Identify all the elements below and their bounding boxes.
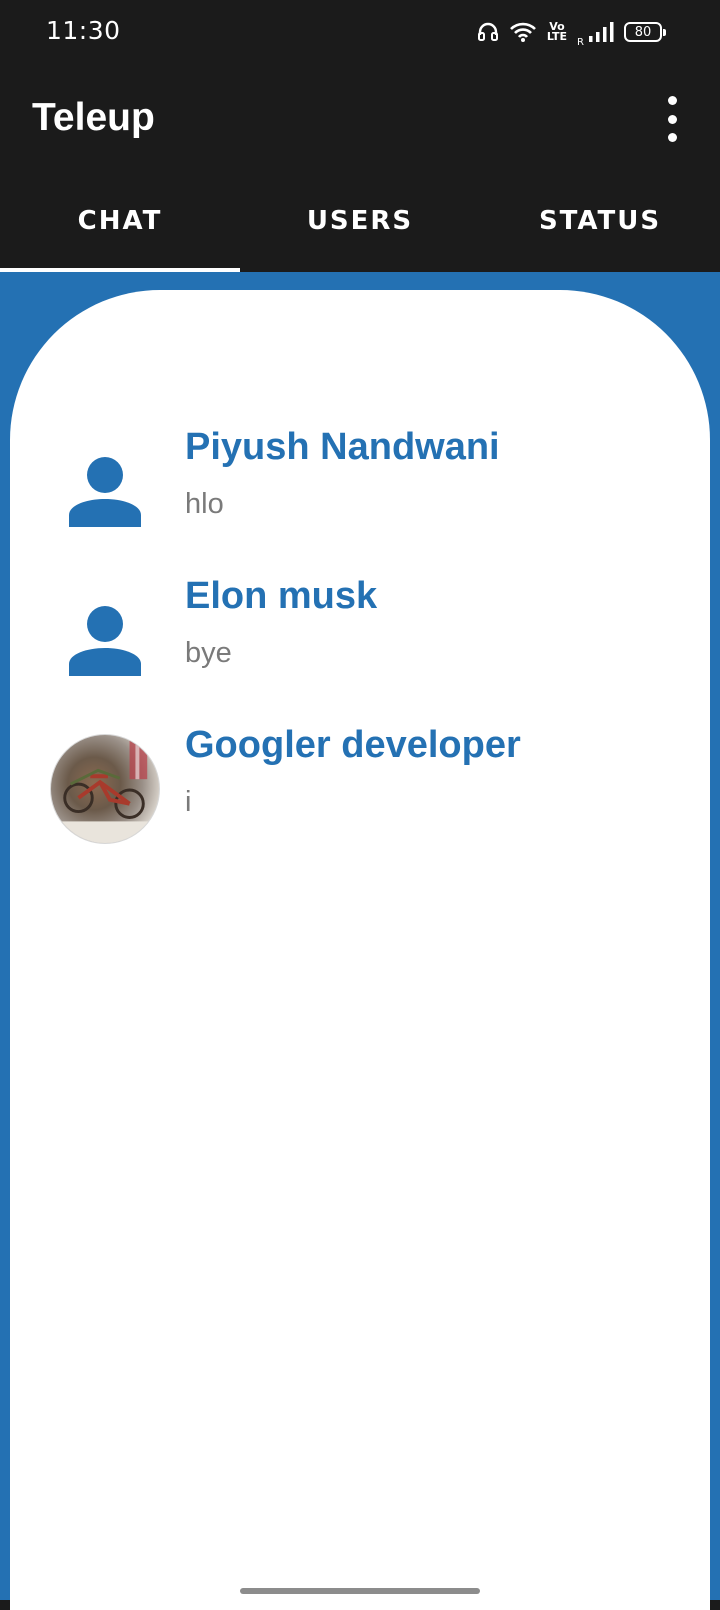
wifi-icon (509, 21, 537, 43)
status-bar: 11:30 Vo LTE R 80 (0, 0, 720, 64)
default-person-icon (50, 436, 160, 546)
chat-list-item[interactable]: Elon musk bye (50, 575, 690, 705)
chat-list-card: Piyush Nandwani hlo Elon musk bye Google… (10, 290, 710, 1610)
volte-bottom-label: LTE (546, 30, 568, 43)
battery-level: 80 (634, 24, 652, 40)
chat-name: Elon musk (185, 575, 378, 617)
content-area: Piyush Nandwani hlo Elon musk bye Google… (0, 272, 720, 1610)
status-icons: Vo LTE R 80 (477, 16, 666, 48)
tab-chat[interactable]: CHAT (0, 174, 240, 272)
app-title: Teleup (32, 96, 155, 139)
chat-list-item[interactable]: Piyush Nandwani hlo (50, 426, 690, 556)
app-bar: Teleup (0, 64, 720, 174)
headset-icon (477, 21, 499, 43)
chat-last-message: hlo (185, 488, 224, 520)
gesture-nav-handle[interactable] (240, 1588, 480, 1594)
tab-users[interactable]: USERS (240, 174, 480, 272)
battery-icon: 80 (624, 22, 666, 42)
more-options-icon[interactable] (660, 96, 684, 142)
chat-last-message: i (185, 786, 192, 818)
chat-name: Googler developer (185, 724, 521, 766)
volte-icon: Vo LTE (546, 21, 568, 43)
status-time: 11:30 (46, 16, 121, 45)
default-person-icon (50, 585, 160, 695)
tab-status[interactable]: STATUS (480, 174, 720, 272)
tab-bar: CHAT USERS STATUS (0, 174, 720, 272)
chat-name: Piyush Nandwani (185, 426, 500, 468)
signal-roaming-label: R (577, 37, 584, 48)
signal-icon (588, 21, 614, 43)
chat-last-message: bye (185, 637, 232, 669)
chat-list-item[interactable]: Googler developer i (50, 724, 690, 854)
profile-photo (50, 734, 160, 844)
